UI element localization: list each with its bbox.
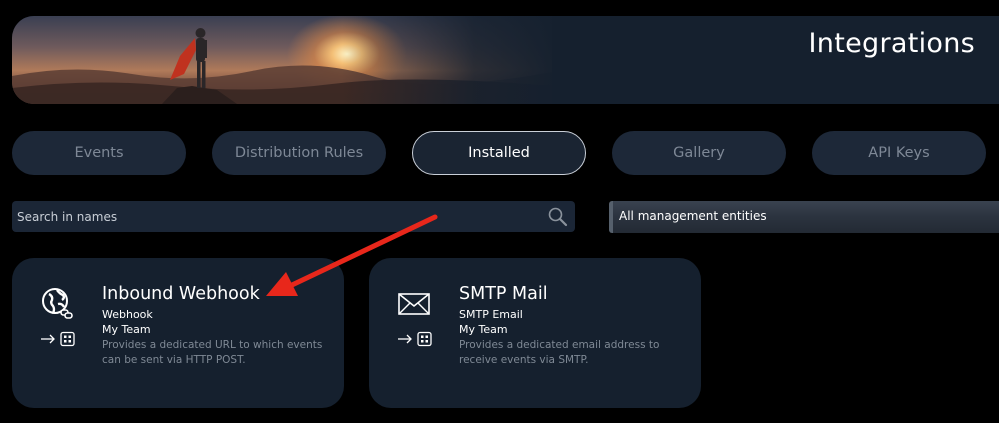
page-title: Integrations xyxy=(808,28,975,59)
integration-card-smtp-mail[interactable]: SMTP Mail SMTP Email My Team Provides a … xyxy=(369,258,701,408)
card-team: My Team xyxy=(459,323,508,336)
card-description: Provides a dedicated email address to re… xyxy=(459,339,660,366)
search-input[interactable] xyxy=(17,208,537,226)
search-icon[interactable] xyxy=(547,206,569,228)
banner-fade xyxy=(342,16,562,104)
management-entity-select-value: All management entities xyxy=(619,209,767,223)
card-description: Provides a dedicated URL to which events… xyxy=(102,339,323,366)
tab-events[interactable]: Events xyxy=(12,131,186,175)
integration-card-inbound-webhook[interactable]: Inbound Webhook Webhook My Team Provides… xyxy=(12,258,344,408)
management-entity-select[interactable]: All management entities xyxy=(609,201,999,233)
card-type: SMTP Email xyxy=(459,308,523,321)
tab-installed[interactable]: Installed xyxy=(412,131,586,175)
tab-api-keys[interactable]: API Keys xyxy=(812,131,986,175)
arrow-to-grid-icon[interactable] xyxy=(397,331,437,347)
integrations-page: Integrations Events Distribution Rules I… xyxy=(0,0,999,423)
card-team: My Team xyxy=(102,323,151,336)
envelope-icon xyxy=(398,293,430,315)
arrow-to-grid-icon[interactable] xyxy=(40,331,80,347)
tab-bar: Events Distribution Rules Installed Gall… xyxy=(12,131,999,177)
card-title: SMTP Mail xyxy=(459,284,548,304)
tab-gallery[interactable]: Gallery xyxy=(612,131,786,175)
search-bar xyxy=(12,201,575,232)
card-title: Inbound Webhook xyxy=(102,284,260,304)
card-type: Webhook xyxy=(102,308,153,321)
tab-distribution-rules[interactable]: Distribution Rules xyxy=(212,131,386,175)
globe-link-icon xyxy=(42,288,73,319)
